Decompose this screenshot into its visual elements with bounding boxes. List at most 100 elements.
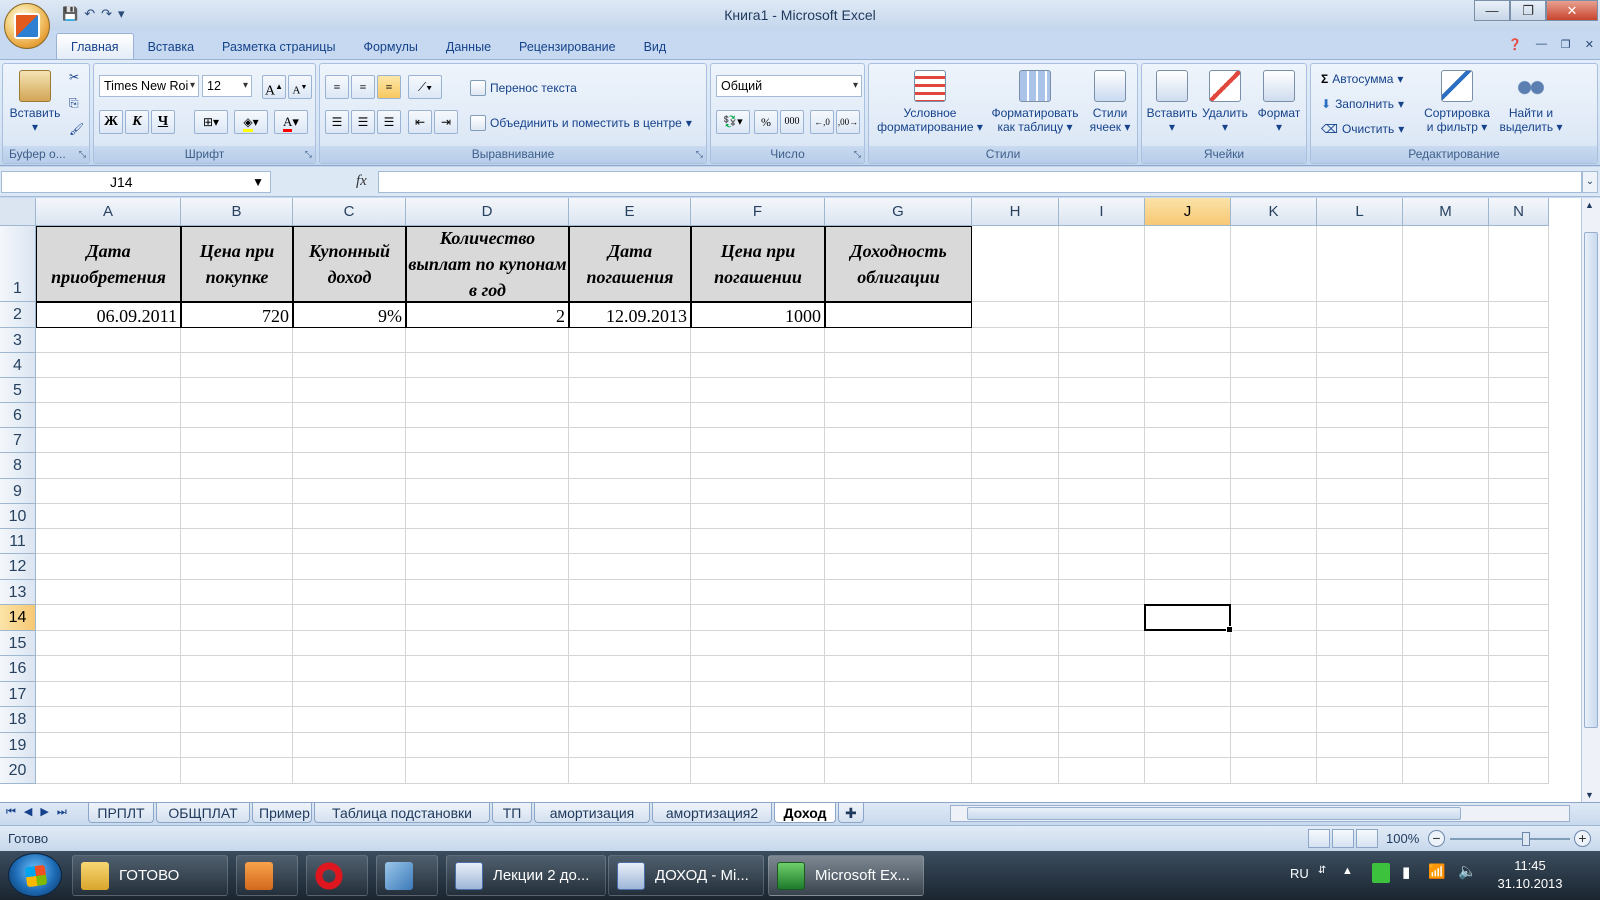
grid-cell[interactable] <box>825 758 972 784</box>
tab-view[interactable]: Вид <box>630 35 681 59</box>
page-break-view-button[interactable] <box>1356 829 1378 848</box>
grid-cell[interactable] <box>1059 758 1145 784</box>
grid-cell[interactable] <box>1145 328 1231 353</box>
row-header[interactable]: 8 <box>0 453 36 479</box>
grid-cell[interactable] <box>569 656 691 682</box>
taskbar-opera[interactable] <box>306 855 368 896</box>
grid-cell[interactable] <box>691 758 825 784</box>
grid-cell[interactable] <box>1231 504 1317 529</box>
column-header[interactable]: J <box>1145 198 1231 226</box>
column-header[interactable]: F <box>691 198 825 226</box>
grid-cell[interactable] <box>1489 479 1549 504</box>
grid-cell[interactable] <box>36 758 181 784</box>
row-header[interactable]: 5 <box>0 378 36 403</box>
grid-cell[interactable] <box>406 554 569 580</box>
tray-clock[interactable]: 11:45 31.10.2013 <box>1480 857 1580 893</box>
grid-cell[interactable] <box>1403 226 1489 302</box>
decrease-decimal-button[interactable]: ,00→ <box>836 110 860 134</box>
grid-cell[interactable] <box>293 529 406 554</box>
table-header-cell[interactable]: Количество выплат по купонам в год <box>406 226 569 302</box>
grid-cell[interactable] <box>1489 554 1549 580</box>
tab-insert[interactable]: Вставка <box>134 35 208 59</box>
grid-cell[interactable] <box>825 479 972 504</box>
grid-cell[interactable] <box>1059 554 1145 580</box>
grid-cell[interactable] <box>691 328 825 353</box>
grid-cell[interactable] <box>825 529 972 554</box>
grid-cell[interactable] <box>181 453 293 479</box>
borders-button[interactable]: ⊞▾ <box>194 110 228 134</box>
grid-cell[interactable] <box>406 353 569 378</box>
grid-cell[interactable] <box>1317 353 1403 378</box>
column-header[interactable]: L <box>1317 198 1403 226</box>
tab-data[interactable]: Данные <box>432 35 505 59</box>
cell-styles-button[interactable]: Стили ячеек ▾ <box>1083 70 1137 134</box>
grid-cell[interactable] <box>406 733 569 758</box>
grid-cell[interactable] <box>181 504 293 529</box>
grid-cell[interactable] <box>1059 328 1145 353</box>
grid-cell[interactable] <box>972 631 1059 656</box>
grid-cell[interactable] <box>1317 529 1403 554</box>
grid-cell[interactable] <box>406 504 569 529</box>
table-header-cell[interactable]: Цена при погашении <box>691 226 825 302</box>
sheet-tab[interactable]: ОБЩПЛАТ <box>156 803 250 823</box>
formula-input[interactable] <box>378 171 1582 193</box>
grid-cell[interactable] <box>293 353 406 378</box>
grid-cell[interactable] <box>293 479 406 504</box>
grid-cell[interactable] <box>1145 758 1231 784</box>
grid-cell[interactable] <box>1231 758 1317 784</box>
grid-cell[interactable] <box>181 353 293 378</box>
grow-font-button[interactable]: A▲ <box>262 75 286 99</box>
merge-center-button[interactable]: Объединить и поместить в центре ▾ <box>470 115 692 131</box>
grid-cell[interactable] <box>569 682 691 707</box>
taskbar-pictures[interactable] <box>376 855 438 896</box>
format-painter-icon[interactable]: 🖌 <box>69 122 84 136</box>
grid-cell[interactable] <box>972 378 1059 403</box>
grid-cell[interactable] <box>972 733 1059 758</box>
grid-cell[interactable] <box>1403 656 1489 682</box>
grid-cell[interactable] <box>1489 529 1549 554</box>
grid-cell[interactable] <box>1317 580 1403 605</box>
row-header[interactable]: 9 <box>0 479 36 504</box>
grid-cell[interactable] <box>569 631 691 656</box>
grid-cell[interactable] <box>1231 656 1317 682</box>
italic-button[interactable]: К <box>125 110 149 134</box>
grid-cell[interactable] <box>406 682 569 707</box>
language-switch-icon[interactable]: ⇵ <box>1318 865 1326 876</box>
grid-cell[interactable] <box>406 707 569 733</box>
comma-style-button[interactable]: 000 <box>780 110 804 134</box>
grid-cell[interactable] <box>1317 631 1403 656</box>
language-indicator[interactable]: RU <box>1290 866 1309 881</box>
grid-cell[interactable] <box>1231 707 1317 733</box>
grid-cell[interactable] <box>293 733 406 758</box>
grid-cell[interactable] <box>1231 605 1317 631</box>
grid-cell[interactable] <box>36 631 181 656</box>
align-right-button[interactable]: ☰ <box>377 110 401 134</box>
page-layout-view-button[interactable] <box>1332 829 1354 848</box>
grid-cell[interactable] <box>1403 580 1489 605</box>
redo-icon[interactable]: ↷ <box>101 6 112 22</box>
table-header-cell[interactable]: Доходность облигации <box>825 226 972 302</box>
grid-cell[interactable] <box>569 479 691 504</box>
scroll-up-icon[interactable]: ▲ <box>1585 200 1594 210</box>
grid-cell[interactable] <box>972 403 1059 428</box>
percent-style-button[interactable]: % <box>754 110 778 134</box>
insert-cells-button[interactable]: Вставить ▾ <box>1144 70 1200 134</box>
grid-cell[interactable] <box>1145 682 1231 707</box>
grid-cell[interactable] <box>1403 479 1489 504</box>
grid-cell[interactable] <box>569 580 691 605</box>
grid-cell[interactable] <box>972 682 1059 707</box>
grid-cell[interactable] <box>569 378 691 403</box>
grid-cell[interactable] <box>691 504 825 529</box>
copy-icon[interactable]: ⎘ <box>69 96 79 111</box>
grid-cell[interactable] <box>1059 378 1145 403</box>
grid-cell[interactable] <box>1317 328 1403 353</box>
grid-cell[interactable] <box>1145 580 1231 605</box>
tray-app-icon[interactable] <box>1372 863 1390 883</box>
expand-formula-bar-icon[interactable]: ⌄ <box>1582 171 1598 193</box>
grid-cell[interactable] <box>181 758 293 784</box>
active-cell-selection[interactable] <box>1144 604 1233 633</box>
grid-cell[interactable] <box>1231 479 1317 504</box>
sheet-tab[interactable]: Пример <box>252 803 312 823</box>
grid-cell[interactable] <box>1231 554 1317 580</box>
grid-cell[interactable] <box>972 605 1059 631</box>
